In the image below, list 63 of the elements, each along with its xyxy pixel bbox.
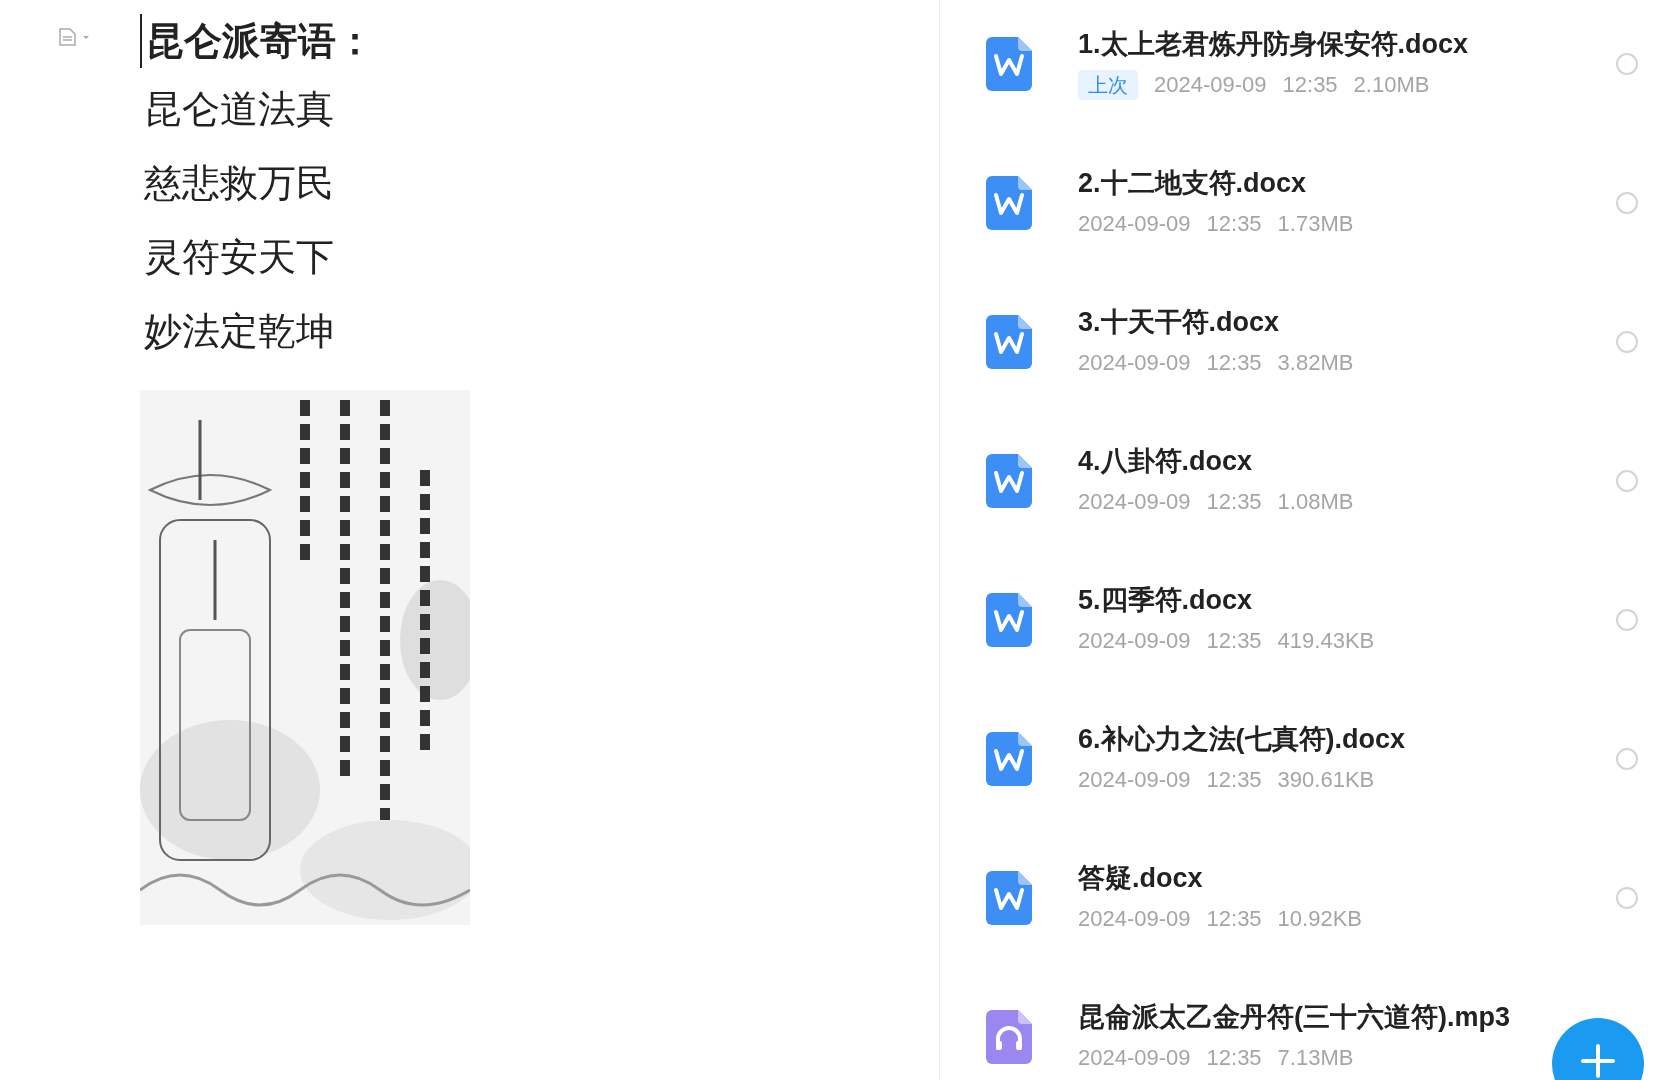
word-document-icon [986,870,1032,925]
select-radio[interactable] [1616,747,1638,770]
file-time: 12:35 [1206,626,1262,655]
file-list-item[interactable]: 6.补心力之法(七真符).docx 2024-09-09 12:35 390.61KB [940,689,1674,828]
file-time: 12:35 [1206,765,1262,794]
file-name: 4.八卦符.docx [1078,444,1254,477]
file-size: 10.92KB [1277,904,1362,933]
file-time: 12:35 [1206,1043,1262,1072]
file-date: 2024-09-09 [1154,70,1267,99]
select-radio[interactable] [1616,469,1638,492]
file-name: 答疑.docx [1078,861,1204,894]
file-size: 3.82MB [1277,348,1354,377]
plus-icon [1581,1044,1615,1078]
file-time: 12:35 [1206,904,1262,933]
file-size: 390.61KB [1277,765,1375,794]
file-name: 6.补心力之法(七真符).docx [1078,722,1407,755]
document-heading: 昆仑派寄语： [146,20,374,62]
word-document-icon [986,731,1032,786]
file-time: 12:35 [1282,70,1338,99]
file-date: 2024-09-09 [1078,765,1191,794]
file-time: 12:35 [1206,209,1262,238]
file-date: 2024-09-09 [1078,348,1191,377]
poem-line: 昆仑道法真 [143,87,335,132]
word-document-icon [986,453,1032,508]
file-name: 昆侖派太乙金丹符(三十六道符).mp3 [1078,1000,1511,1033]
word-document-icon [986,36,1032,91]
select-radio[interactable] [1616,886,1638,909]
file-size: 7.13MB [1277,1043,1354,1072]
word-document-icon [986,175,1032,230]
file-list-item[interactable]: 4.八卦符.docx 2024-09-09 12:35 1.08MB [940,411,1674,550]
file-size: 1.73MB [1277,209,1354,238]
word-document-icon [986,592,1032,647]
last-opened-badge: 上次 [1078,69,1138,100]
file-time: 12:35 [1206,487,1262,516]
file-date: 2024-09-09 [1078,626,1191,655]
poem-line: 妙法定乾坤 [143,309,335,354]
select-radio[interactable] [1616,191,1638,214]
file-size: 1.08MB [1277,487,1354,516]
file-size: 2.10MB [1353,70,1430,99]
select-radio[interactable] [1616,52,1638,75]
select-radio[interactable] [1616,608,1638,631]
file-list-item[interactable]: 1.太上老君炼丹防身保安符.docx 上次 2024-09-09 12:35 2.10MB [940,0,1674,133]
select-radio[interactable] [1616,330,1638,353]
file-time: 12:35 [1206,348,1262,377]
file-list-item[interactable]: 2.十二地支符.docx 2024-09-09 12:35 1.73MB [940,133,1674,272]
poem-line: 慈悲救万民 [143,161,335,206]
file-name: 1.太上老君炼丹防身保安符.docx [1078,27,1470,60]
poem-line: 灵符安天下 [143,235,335,280]
file-name: 2.十二地支符.docx [1078,166,1308,199]
file-date: 2024-09-09 [1078,487,1191,516]
file-list-item[interactable]: 3.十天干符.docx 2024-09-09 12:35 3.82MB [940,272,1674,411]
file-date: 2024-09-09 [1078,209,1191,238]
file-list-item[interactable]: 答疑.docx 2024-09-09 12:35 10.92KB [940,828,1674,967]
document-menu-icon[interactable] [58,28,92,46]
file-list-item[interactable]: 5.四季符.docx 2024-09-09 12:35 419.43KB [940,550,1674,689]
file-size: 419.43KB [1277,626,1375,655]
file-list-item[interactable]: 昆侖派太乙金丹符(三十六道符).mp3 2024-09-09 12:35 7.13MB [940,967,1674,1080]
file-name: 3.十天干符.docx [1078,305,1281,338]
file-date: 2024-09-09 [1078,1043,1191,1072]
file-date: 2024-09-09 [1078,904,1191,933]
file-name: 5.四季符.docx [1078,583,1254,616]
word-document-icon [986,314,1032,369]
headphones-file-icon [986,1009,1032,1064]
